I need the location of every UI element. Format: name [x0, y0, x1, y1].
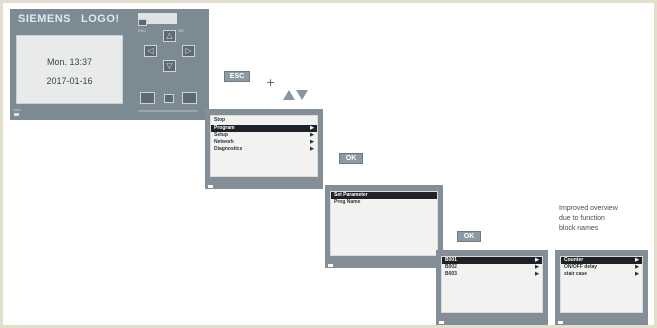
improvement-note: Improved overview due to function block … [559, 204, 618, 234]
device-bottom-label: Line [13, 107, 21, 112]
ok-key-2[interactable]: OK [457, 231, 481, 242]
menu-item-prog-name[interactable]: Prog Name [331, 199, 437, 206]
menu-item-setup[interactable]: Setup ▶ [211, 132, 317, 139]
main-menu-display: Stop Program ▶ Setup ▶ Network ▶ Diagnostic… [210, 115, 318, 177]
panel-label-right: OK [178, 28, 184, 33]
display-date-time: Mon. 13:37 [46, 57, 93, 67]
down-arrow-key[interactable]: ▽ [163, 60, 176, 72]
brand-name: SIEMENS [18, 13, 72, 25]
left-arrow-key[interactable]: ◁ [144, 45, 157, 57]
lcd-block-names: Counter ▶ ON/OFF delay ▶ stair case ▶ [555, 250, 648, 325]
menu-item-program[interactable]: Program ▶ [211, 125, 317, 132]
screen-indicator [558, 321, 563, 324]
esc-key[interactable] [138, 19, 147, 26]
lcd-main-menu: Stop Program ▶ Setup ▶ Network ▶ Diagnostic… [205, 109, 323, 189]
screen-indicator [328, 264, 333, 267]
device-bottom-bar [14, 113, 19, 116]
note-line-3: block names [559, 225, 599, 232]
note-line-2: due to function [559, 215, 605, 222]
device-display: Mon. 13:37 2017-01-16 [16, 35, 123, 104]
esc-key-label[interactable]: ESC [224, 71, 250, 82]
block-numbers-display: B001 ▶ B002 ▶ B003 ▶ [441, 256, 543, 313]
function-key-center[interactable] [164, 94, 174, 103]
screen-indicator [439, 321, 444, 324]
chevron-right-icon: ▶ [535, 264, 539, 270]
block-item-on-off-delay[interactable]: ON/OFF delay ▶ [561, 264, 642, 271]
note-line-1: Improved overview [559, 205, 618, 212]
chevron-right-icon: ▶ [535, 271, 539, 277]
block-item-b001[interactable]: B001 ▶ [442, 257, 542, 264]
chevron-right-icon: ▶ [310, 125, 314, 131]
block-names-display: Counter ▶ ON/OFF delay ▶ stair case ▶ [560, 256, 643, 313]
model-name: LOGO! [81, 13, 120, 25]
right-arrow-key[interactable]: ▷ [182, 45, 195, 57]
chevron-right-icon: ▶ [310, 146, 314, 152]
figure-frame: SIEMENS LOGO! Mon. 13:37 2017-01-16 ESC O… [0, 0, 657, 328]
up-arrow-icon[interactable] [283, 90, 295, 100]
device-bottom-strip [138, 110, 198, 112]
chevron-right-icon: ▶ [635, 257, 639, 263]
menu-item-network[interactable]: Network ▶ [211, 139, 317, 146]
block-item-counter[interactable]: Counter ▶ [561, 257, 642, 264]
plus-sign: + [266, 76, 276, 89]
chevron-right-icon: ▶ [310, 132, 314, 138]
block-item-stair-case[interactable]: stair case ▶ [561, 271, 642, 278]
block-item-b002[interactable]: B002 ▶ [442, 264, 542, 271]
function-key-right[interactable] [182, 92, 197, 104]
block-item-b003[interactable]: B003 ▶ [442, 271, 542, 278]
display-date: 2017-01-16 [46, 76, 93, 86]
program-menu-display: Set Parameter Prog Name [330, 191, 438, 256]
menu-title: Stop [214, 117, 226, 123]
chevron-right-icon: ▶ [310, 139, 314, 145]
device-brand: SIEMENS LOGO! [18, 13, 120, 27]
chevron-right-icon: ▶ [535, 257, 539, 263]
ok-key-1[interactable]: OK [339, 153, 363, 164]
chevron-right-icon: ▶ [635, 271, 639, 277]
lcd-block-numbers: B001 ▶ B002 ▶ B003 ▶ [436, 250, 548, 325]
chevron-right-icon: ▶ [635, 264, 639, 270]
logo-device: SIEMENS LOGO! Mon. 13:37 2017-01-16 ESC O… [10, 9, 209, 120]
menu-item-diagnostics[interactable]: Diagnostics ▶ [211, 146, 317, 153]
menu-item-set-parameter[interactable]: Set Parameter [331, 192, 437, 199]
lcd-program-menu: Set Parameter Prog Name [325, 185, 443, 268]
down-arrow-icon[interactable] [296, 90, 308, 100]
screen-indicator [208, 185, 213, 188]
panel-label-left: ESC [138, 28, 147, 33]
up-arrow-key[interactable]: △ [163, 30, 176, 42]
function-key-left[interactable] [140, 92, 155, 104]
